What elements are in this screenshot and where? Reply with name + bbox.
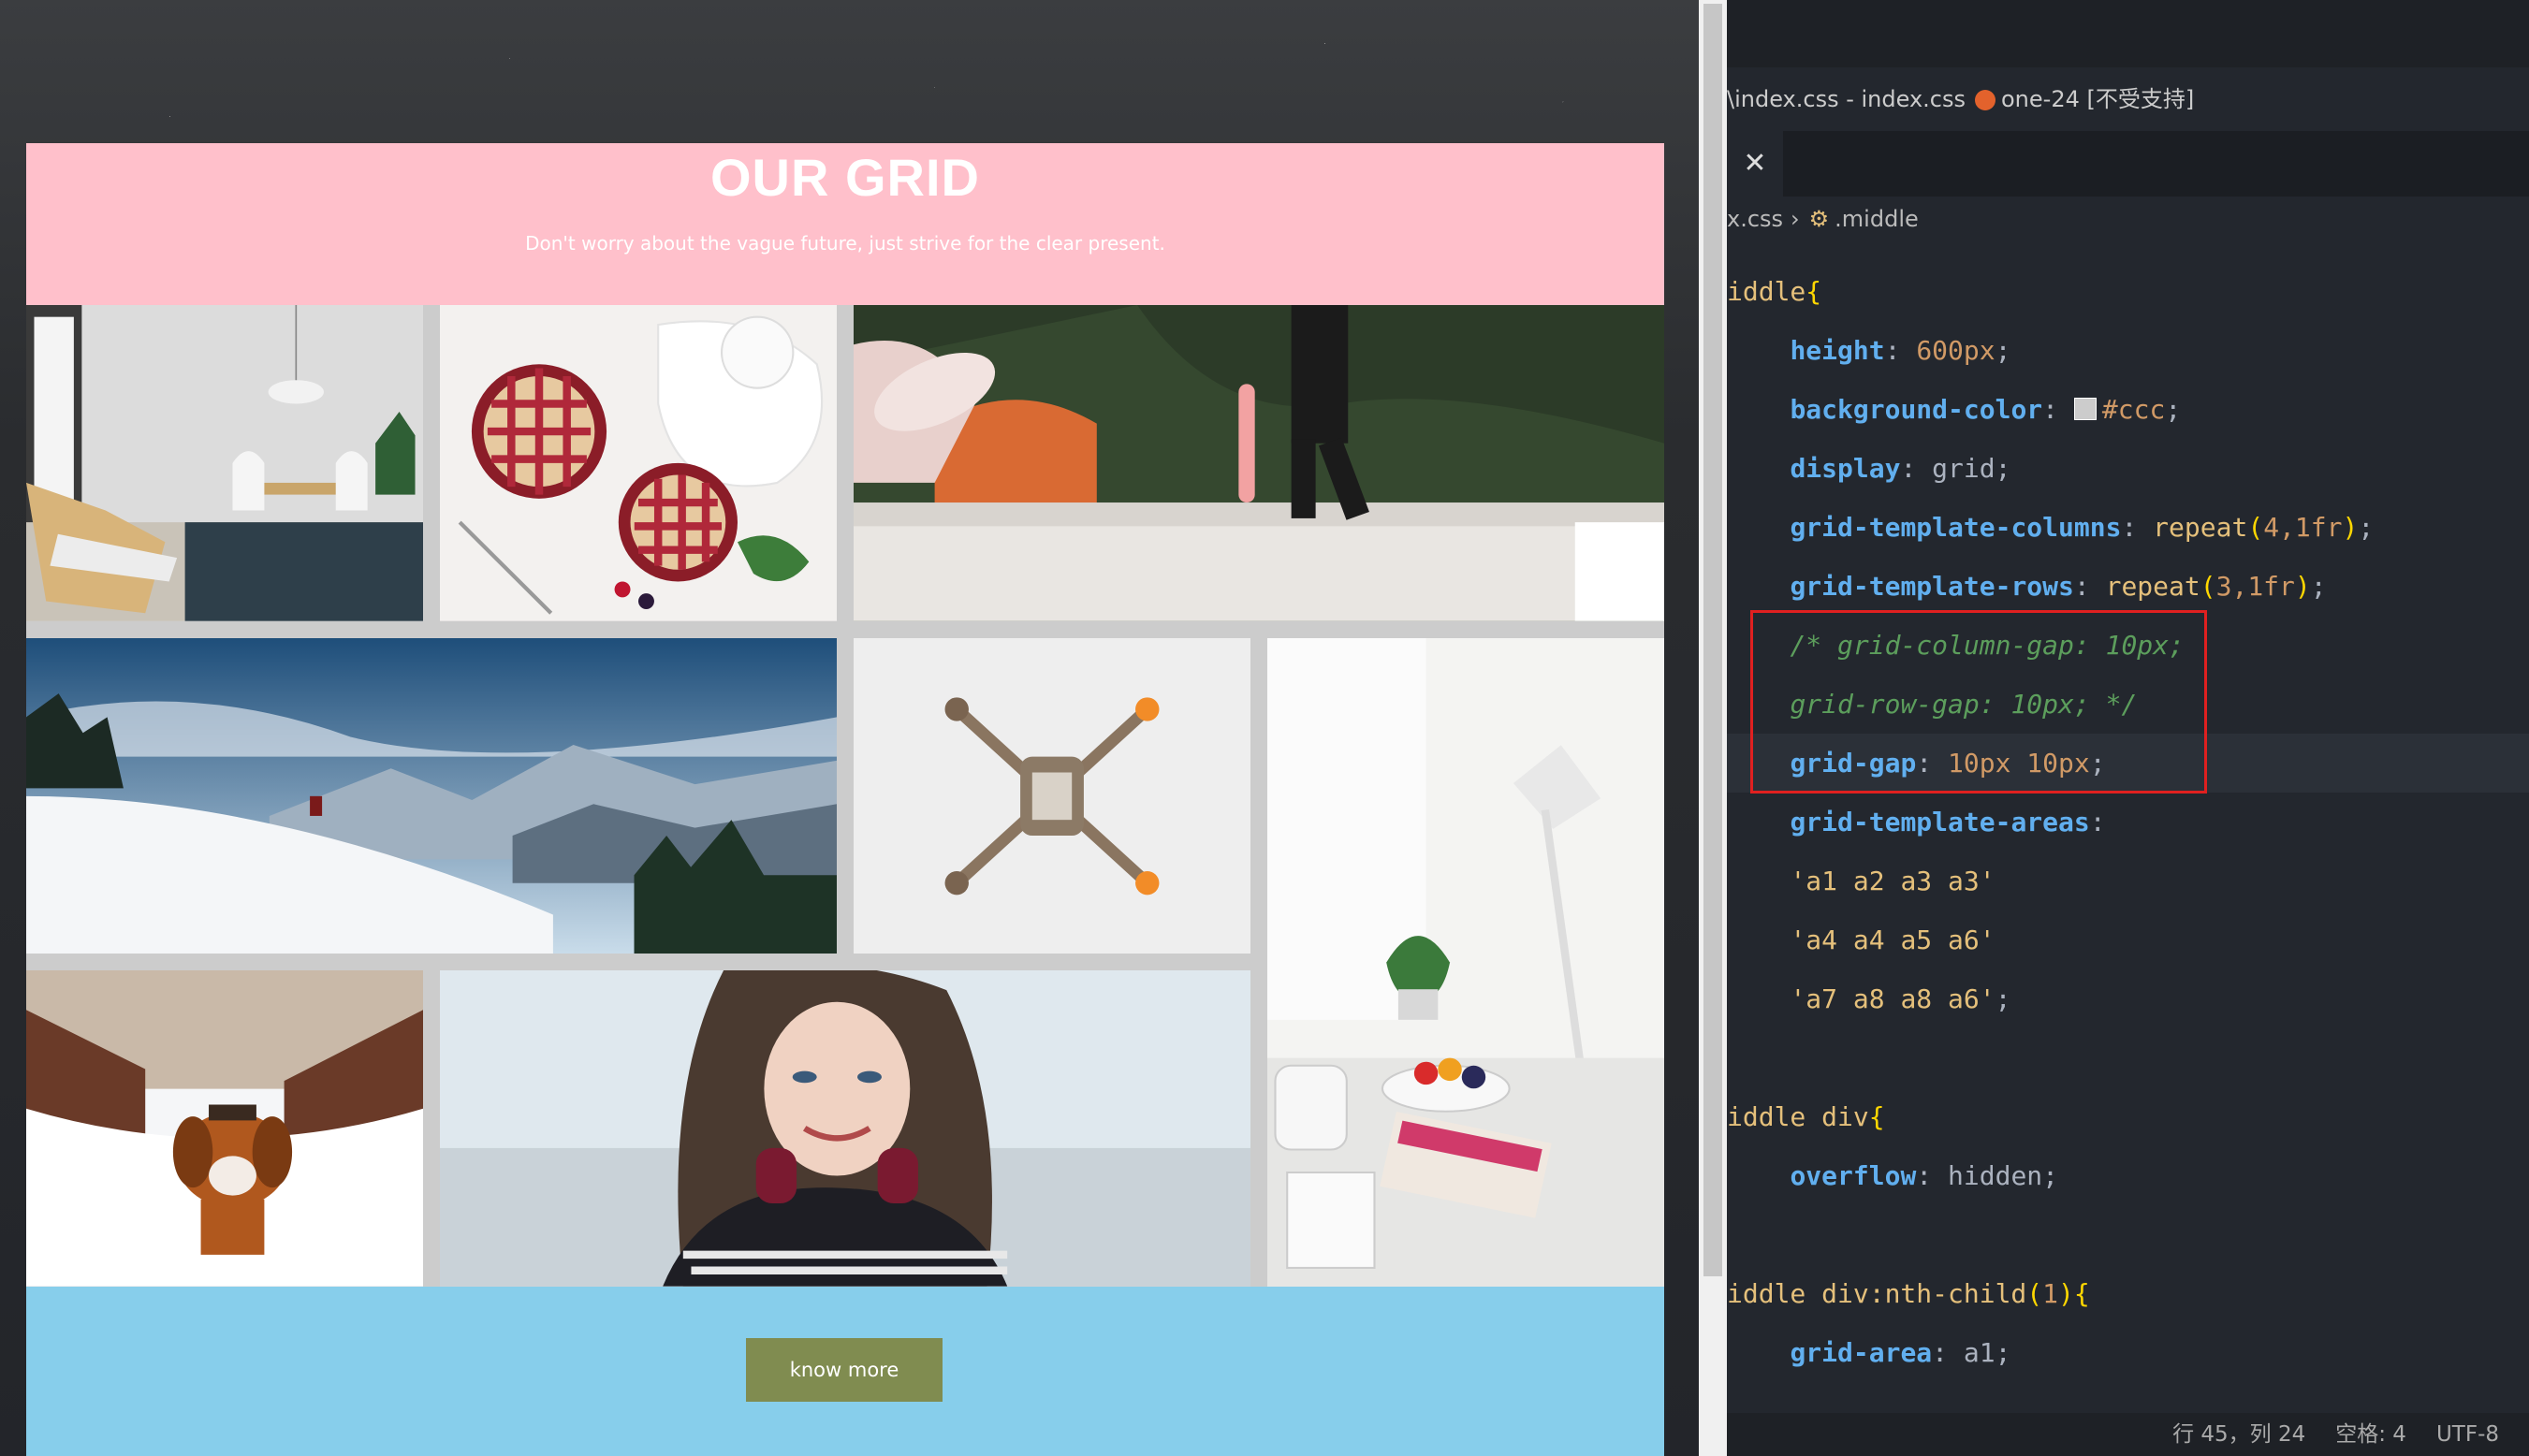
grid-item-a5: [854, 637, 1250, 954]
code-line: height: 600px;: [1790, 335, 2011, 366]
code-value: #ccc: [2101, 394, 2166, 425]
berry-pies-photo: [440, 305, 837, 621]
editor-status-bar: 行 45，列 24 空格: 4 UTF-8: [1727, 1413, 2529, 1456]
breadcrumb-symbol[interactable]: .middle: [1835, 206, 1919, 232]
code-line: grid-area: a1;: [1790, 1337, 2011, 1368]
smiling-woman-portrait-photo: [440, 970, 1250, 1287]
code-function: repeat: [2153, 512, 2248, 543]
code-line: iddle div:nth-child(1){: [1727, 1278, 2090, 1309]
code-selector: iddle div:nth-child: [1727, 1278, 2027, 1309]
page-title: OUR GRID: [710, 148, 980, 207]
code-property: grid-template-columns: [1790, 512, 2122, 543]
code-line: 'a4 a4 a5 a6': [1727, 910, 2529, 969]
browser-viewport: OUR GRID Don't worry about the vague fut…: [0, 0, 1699, 1456]
code-value: 4,1fr: [2263, 512, 2343, 543]
grid-item-a6: [1267, 637, 1664, 1287]
grid-demo-page: OUR GRID Don't worry about the vague fut…: [26, 143, 1664, 1456]
code-value: 3,1fr: [2215, 571, 2295, 602]
editor-project-name: one-24 [不受支持]: [2001, 86, 2195, 112]
desk-lamp-workspace-photo: [1267, 637, 1664, 1287]
grid-item-a4: [26, 637, 837, 954]
code-property: overflow: [1790, 1160, 1917, 1191]
page-subtitle: Don't worry about the vague future, just…: [525, 232, 1165, 255]
code-selector: iddle div: [1727, 1101, 1869, 1132]
project-icon: [1975, 90, 1995, 110]
code-line: overflow: hidden;: [1790, 1160, 2059, 1191]
close-tab-icon[interactable]: ✕: [1727, 131, 1783, 197]
highlight-annotation-box: [1750, 610, 2207, 794]
photo-grid: [26, 305, 1664, 1287]
code-line: background-color: #ccc;: [1790, 394, 2182, 425]
editor-window-title: \index.css - index.css one-24 [不受支持]: [1727, 67, 2529, 131]
code-property: grid-template-areas: [1790, 807, 2090, 837]
code-line: 'a7 a8 a8 a6';: [1790, 983, 2011, 1014]
code-string: 'a7 a8 a8 a6': [1790, 983, 1995, 1014]
code-brace: {: [1805, 276, 1822, 307]
puppy-in-snow-photo: [26, 970, 423, 1287]
code-property: grid-template-rows: [1790, 571, 2074, 602]
css-selector-icon: ⚙: [1808, 206, 1830, 232]
grid-item-a8: [440, 970, 1250, 1287]
code-line: iddle{: [1727, 262, 2529, 321]
know-more-button[interactable]: know more: [746, 1338, 943, 1402]
code-function: repeat: [2105, 571, 2200, 602]
code-value: grid: [1932, 453, 1995, 484]
grid-item-a3: [854, 305, 1664, 621]
color-swatch-icon[interactable]: [2073, 398, 2097, 420]
scandinavian-dining-room-photo: [26, 305, 423, 621]
browser-scrollbar[interactable]: [1699, 0, 1727, 1456]
code-value: hidden: [1948, 1160, 2043, 1191]
code-line: grid-template-rows: repeat(3,1fr);: [1790, 571, 2327, 602]
code-property: display: [1790, 453, 1901, 484]
breadcrumb[interactable]: x.css › ⚙ .middle: [1727, 197, 2529, 241]
code-line: iddle div{: [1727, 1101, 1885, 1132]
code-value: 600px: [1916, 335, 1995, 366]
snowy-mountains-photo: [26, 637, 837, 954]
page-footer: know more: [26, 1287, 1664, 1456]
grid-item-a2: [440, 305, 837, 621]
code-property: background-color: [1790, 394, 2043, 425]
page-header: OUR GRID Don't worry about the vague fut…: [26, 143, 1664, 305]
file-encoding[interactable]: UTF-8: [2436, 1422, 2499, 1447]
code-line: grid-template-areas:: [1790, 807, 2106, 837]
editor-title-bar: [1727, 0, 2529, 67]
grid-item-a7: [26, 970, 423, 1287]
breadcrumb-file[interactable]: x.css: [1727, 206, 1783, 232]
drone-top-view-photo: [854, 637, 1250, 954]
cursor-position[interactable]: 行 45，列 24: [2172, 1422, 2305, 1447]
editor-tab-bar: ✕: [1727, 131, 2529, 197]
code-line: display: grid;: [1790, 453, 2011, 484]
code-line: 'a1 a2 a3 a3': [1727, 852, 2529, 910]
chevron-right-icon: ›: [1791, 206, 1800, 232]
code-string: 'a1 a2 a3 a3': [1790, 866, 1995, 896]
grid-item-a1: [26, 305, 423, 621]
code-selector: iddle: [1727, 276, 1806, 307]
code-string: 'a4 a4 a5 a6': [1790, 925, 1995, 955]
code-value: 1: [2042, 1278, 2059, 1309]
code-value: a1: [1963, 1337, 1995, 1368]
indentation-setting[interactable]: 空格: 4: [2335, 1422, 2406, 1447]
code-property: height: [1790, 335, 1885, 366]
code-area[interactable]: iddle{ height: 600px; background-color: …: [1727, 262, 2529, 1382]
browser-scrollbar-thumb[interactable]: [1703, 4, 1722, 1276]
code-property: grid-area: [1790, 1337, 1933, 1368]
code-line: grid-template-columns: repeat(4,1fr);: [1790, 512, 2375, 543]
editor-file-title: \index.css - index.css: [1727, 86, 1966, 112]
skateboarder-rooftop-photo: [854, 305, 1664, 621]
